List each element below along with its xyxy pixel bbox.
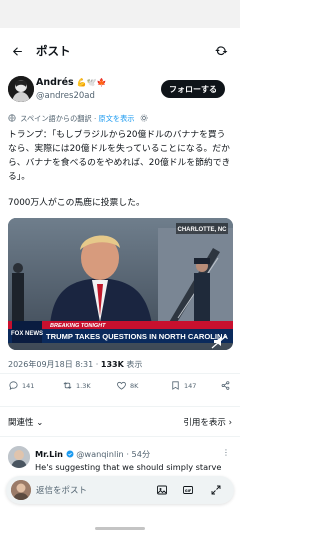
repost-button[interactable]: 1.3K (62, 380, 91, 391)
tweet-paragraph: トランプ：「もしブラジルから20億ドルのバナナを買うなら、実際には20億ドルを失… (8, 130, 231, 182)
refresh-icon[interactable] (214, 43, 230, 59)
reply-time: 54分 (131, 449, 151, 459)
image-icon[interactable] (156, 484, 168, 496)
reply-icon (9, 381, 18, 390)
reply-header: Mr.Lin @wanqinlin · 54分 (35, 449, 151, 459)
show-original-link[interactable]: 原文を表示 (99, 114, 135, 123)
reply-author-name[interactable]: Mr.Lin (35, 449, 63, 459)
reply-button[interactable]: 141 (8, 380, 34, 391)
gif-icon[interactable]: GIF (182, 484, 194, 496)
tweet-meta: 2026年09月18日 8:31 · 133K 表示 (8, 360, 143, 369)
status-bar (0, 0, 240, 28)
share-icon (221, 381, 230, 390)
video-headline: TRUMP TAKES QUESTIONS IN NORTH CAROLINA (46, 332, 228, 341)
my-avatar (11, 480, 31, 500)
follow-button[interactable]: フォローする (161, 80, 225, 98)
reply-composer: 返信をポスト GIF (6, 476, 234, 504)
chevron-down-icon: ⌄ (36, 418, 44, 428)
translation-note: スペイン語からの翻訳 · 原文を表示 (8, 114, 150, 124)
verified-badge-icon (66, 450, 74, 458)
quotes-label: 引用を表示 (183, 418, 226, 428)
author-handle[interactable]: @andres20ad (36, 91, 95, 101)
tweet-paragraph: 7000万人がこの馬鹿に投票した。 (8, 198, 145, 208)
author-name[interactable]: Andrés 💪🕊️🍁 (36, 77, 107, 88)
author-emojis: 💪🕊️🍁 (76, 78, 107, 87)
location-tag: CHARLOTTE, NC (178, 227, 228, 233)
back-arrow-icon[interactable] (9, 43, 25, 59)
tweet-actions: 141 1.3K 8K 147 (0, 380, 240, 400)
tweet-body: トランプ：「もしブラジルから20億ドルのバナナを買うなら、実際には20億ドルを失… (8, 128, 234, 222)
bookmark-button[interactable]: 147 (170, 380, 196, 391)
views-label: 表示 (126, 360, 143, 369)
reply-avatar[interactable] (8, 446, 30, 468)
expand-icon[interactable] (210, 484, 222, 496)
repost-icon (63, 382, 72, 389)
reply-count: 141 (22, 381, 35, 390)
views-count: 133K (100, 360, 124, 369)
sort-dropdown[interactable]: 関連性 ⌄ (8, 416, 43, 428)
sort-label: 関連性 (8, 418, 34, 428)
bookmark-icon (172, 381, 179, 390)
top-bar: ポスト (0, 38, 240, 64)
reply-author-handle[interactable]: @wanqinlin (76, 449, 124, 459)
globe-icon (8, 114, 16, 122)
post-datetime[interactable]: 2026年09月18日 8:31 (8, 360, 93, 369)
system-nav-bar (0, 512, 240, 539)
share-button[interactable] (220, 380, 231, 391)
bookmark-count: 147 (184, 381, 197, 390)
heart-icon (117, 381, 126, 390)
divider (0, 373, 240, 374)
reply-text: He's suggesting that we should simply st… (35, 462, 222, 472)
more-options-icon[interactable]: ⋮ (222, 448, 230, 457)
settings-gear-icon[interactable] (140, 114, 148, 122)
svg-text:GIF: GIF (185, 489, 192, 493)
like-button[interactable]: 8K (116, 380, 138, 391)
page-title: ポスト (36, 44, 71, 58)
author-avatar[interactable] (8, 76, 34, 102)
network-logo: FOX NEWS (11, 331, 43, 337)
author-row: Andrés 💪🕊️🍁 @andres20ad フォローする (0, 74, 240, 108)
home-indicator[interactable] (95, 527, 145, 530)
chevron-right-icon: › (228, 418, 232, 428)
divider (0, 406, 240, 407)
breaking-label: BREAKING TONIGHT (50, 323, 106, 329)
like-count: 8K (130, 381, 139, 390)
divider (0, 436, 240, 437)
tweet-video[interactable]: CHARLOTTE, NC BREAKING TONIGHT FOX NEWS … (8, 218, 233, 350)
view-quotes-link[interactable]: 引用を表示 › (183, 416, 232, 428)
reply-input[interactable]: 返信をポスト (36, 484, 87, 496)
author-display-name: Andrés (36, 77, 74, 88)
translation-label: スペイン語からの翻訳 (20, 114, 92, 123)
reply-item[interactable]: Mr.Lin @wanqinlin · 54分 ⋮ He's suggestin… (0, 442, 240, 472)
repost-count: 1.3K (76, 381, 91, 390)
